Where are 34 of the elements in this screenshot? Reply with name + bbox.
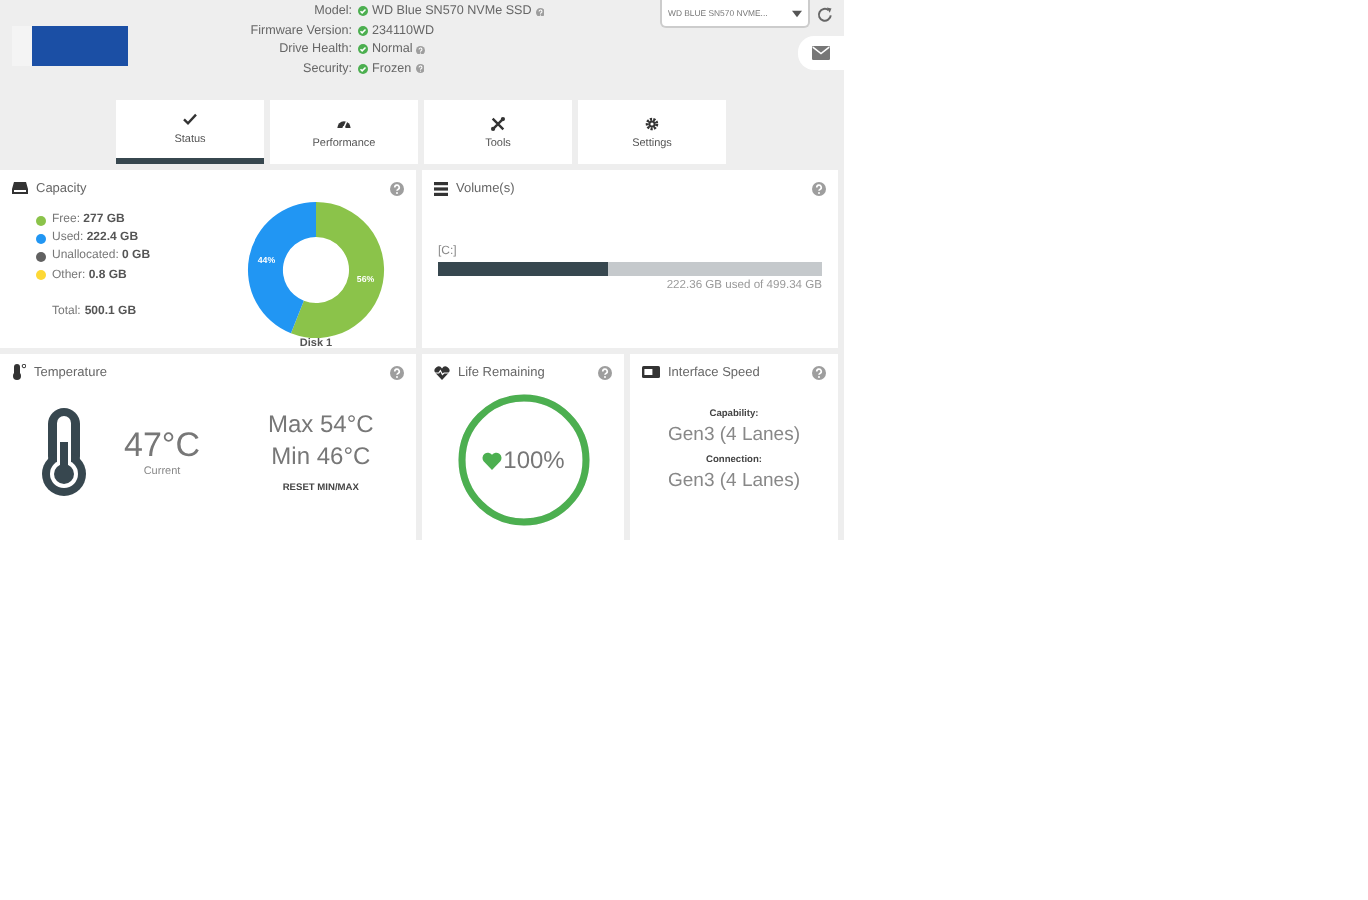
status-check-icon: [358, 25, 368, 36]
help-icon[interactable]: [415, 64, 425, 74]
donut-slice: [248, 201, 316, 334]
max-temperature: Max 54°C: [268, 409, 374, 437]
gauge-icon: [336, 115, 352, 131]
status-check-icon: [358, 44, 368, 55]
drive-photo-placeholder: [12, 26, 128, 66]
help-icon[interactable]: [390, 365, 404, 379]
mail-button[interactable]: [798, 36, 844, 70]
help-icon[interactable]: [598, 365, 612, 379]
caret-icon: [792, 9, 802, 17]
min-temperature: Min 46°C: [271, 441, 371, 469]
help-icon[interactable]: [535, 7, 545, 17]
thermometer-icon: [12, 364, 26, 380]
envelope-icon: [812, 46, 830, 60]
card-icon: [642, 366, 660, 378]
hard-drive-icon: [12, 182, 28, 194]
heartbeat-icon: [434, 365, 450, 379]
help-icon[interactable]: [416, 45, 426, 55]
field-value: Gen3 (4 Lanes): [667, 424, 800, 446]
settings-icon: [644, 115, 660, 131]
list-icon: [434, 181, 448, 195]
current-temperature: 47°C: [124, 426, 200, 466]
donut-slice: [290, 201, 384, 339]
refresh-icon[interactable]: [816, 6, 834, 24]
tools-icon: [490, 115, 506, 131]
status-check-icon: [358, 6, 368, 17]
field-value: Gen3 (4 Lanes): [667, 470, 800, 492]
help-icon[interactable]: [812, 181, 826, 195]
thermometer-icon: [40, 406, 88, 498]
help-icon[interactable]: [812, 365, 826, 379]
status-check-icon: [358, 64, 368, 75]
checkmark-icon: [182, 112, 198, 128]
help-icon[interactable]: [390, 181, 404, 195]
